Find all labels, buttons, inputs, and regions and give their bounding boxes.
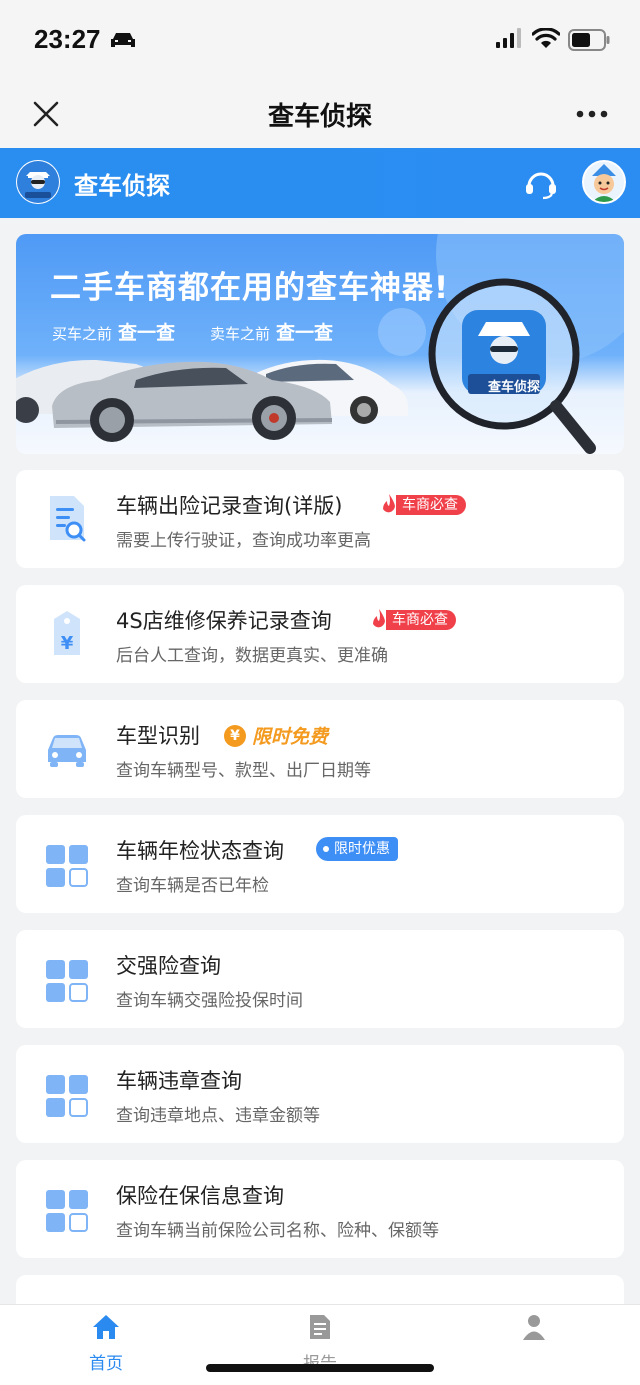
brand-name: 查车侦探 bbox=[74, 172, 170, 200]
grid-icon bbox=[46, 1075, 88, 1117]
service-card[interactable]: 车辆违章查询 查询违章地点、违章金额等 bbox=[16, 1045, 624, 1143]
avatar-cartoon-icon bbox=[584, 162, 624, 202]
service-title: 交强险查询 bbox=[116, 954, 221, 978]
document-search-icon bbox=[50, 496, 86, 542]
service-card[interactable]: 保险在保信息查询 查询车辆当前保险公司名称、险种、保额等 bbox=[16, 1160, 624, 1258]
status-time: 23:27 bbox=[34, 24, 101, 54]
service-desc: 后台人工查询，数据更真实、更准确 bbox=[116, 646, 388, 666]
service-desc: 查询车辆型号、款型、出厂日期等 bbox=[116, 761, 371, 781]
service-desc: 查询车辆是否已年检 bbox=[116, 876, 269, 896]
promo-banner[interactable]: 二手车商都在用的查车神器! 买车之前 查一查 卖车之前 查一查 查车侦探 bbox=[16, 234, 624, 454]
flame-icon bbox=[383, 494, 395, 513]
more-icon[interactable] bbox=[576, 110, 608, 118]
service-desc: 查询违章地点、违章金额等 bbox=[116, 1106, 320, 1126]
battery-icon bbox=[568, 29, 610, 51]
banner-title: 二手车商都在用的查车神器! bbox=[50, 270, 450, 306]
service-title: 车辆出险记录查询(详版) bbox=[116, 494, 343, 518]
brand-logo bbox=[16, 160, 60, 204]
service-title: 车辆违章查询 bbox=[116, 1069, 242, 1093]
discount-badge: 限时优惠 bbox=[316, 837, 398, 861]
service-card[interactable]: 交强险查询 查询车辆交强险投保时间 bbox=[16, 930, 624, 1028]
grid-icon bbox=[46, 1190, 88, 1232]
report-icon bbox=[310, 1315, 330, 1339]
banner-sell-prefix: 卖车之前 bbox=[210, 325, 271, 343]
banner-buy-action: 查一查 bbox=[118, 322, 176, 344]
service-desc: 需要上传行驶证，查询成功率更高 bbox=[116, 531, 371, 551]
car-icon bbox=[48, 735, 86, 767]
banner-sell-action: 查一查 bbox=[276, 322, 334, 344]
free-badge: ¥ 限时免费 bbox=[224, 722, 328, 749]
service-desc: 查询车辆当前保险公司名称、险种、保额等 bbox=[116, 1221, 439, 1241]
service-card[interactable]: 车辆出险记录查询(详版) 车商必查 需要上传行驶证，查询成功率更高 bbox=[16, 470, 624, 568]
user-icon bbox=[523, 1315, 545, 1340]
customer-service-icon[interactable] bbox=[524, 168, 558, 200]
hot-badge: 车商必查 bbox=[374, 492, 474, 518]
service-card[interactable]: 车型识别 ¥ 限时免费 查询车辆型号、款型、出厂日期等 bbox=[16, 700, 624, 798]
service-desc: 查询车辆交强险投保时间 bbox=[116, 991, 303, 1011]
home-indicator bbox=[206, 1364, 434, 1372]
car-status-icon bbox=[111, 33, 135, 47]
tab-me[interactable] bbox=[494, 1313, 574, 1345]
service-card[interactable]: 车辆年检状态查询 限时优惠 查询车辆是否已年检 bbox=[16, 815, 624, 913]
signal-icon bbox=[496, 28, 521, 48]
service-card[interactable]: ¥ 4S店维修保养记录查询 车商必查 后台人工查询，数据更真实、更准确 bbox=[16, 585, 624, 683]
hot-badge: 车商必查 bbox=[364, 607, 464, 633]
banner-buy-tagline: 买车之前 查一查 bbox=[52, 318, 175, 345]
nav-bar: 查车侦探 bbox=[0, 80, 640, 148]
banner-sell-tagline: 卖车之前 查一查 bbox=[210, 318, 333, 345]
user-avatar[interactable] bbox=[582, 160, 626, 204]
tab-home-label: 首页 bbox=[89, 1354, 123, 1374]
free-badge-label: 限时免费 bbox=[252, 726, 329, 748]
banner-buy-prefix: 买车之前 bbox=[52, 325, 113, 343]
yen-tag-icon: ¥ bbox=[54, 611, 80, 655]
wifi-icon bbox=[532, 28, 560, 48]
tab-bar: 首页 报告 bbox=[0, 1304, 640, 1385]
magnifier-label: 查车侦探 bbox=[487, 380, 540, 395]
page-title: 查车侦探 bbox=[267, 102, 372, 132]
yen-coin-icon: ¥ bbox=[224, 724, 246, 747]
flame-icon bbox=[373, 609, 385, 628]
grid-icon bbox=[46, 960, 88, 1002]
service-title: 车辆年检状态查询 bbox=[116, 839, 284, 863]
hot-badge-label: 车商必查 bbox=[396, 495, 466, 515]
service-title: 4S店维修保养记录查询 bbox=[116, 609, 332, 633]
tab-home[interactable]: 首页 bbox=[66, 1313, 146, 1374]
detective-logo-icon bbox=[17, 161, 59, 203]
hot-badge-label: 车商必查 bbox=[386, 610, 456, 630]
service-title: 保险在保信息查询 bbox=[116, 1184, 284, 1208]
grid-icon bbox=[46, 845, 88, 887]
svg-text:¥: ¥ bbox=[61, 633, 74, 654]
brand-header: 查车侦探 bbox=[0, 148, 640, 218]
home-icon bbox=[93, 1315, 119, 1339]
status-bar: 23:27 bbox=[0, 0, 640, 80]
service-title: 车型识别 bbox=[116, 724, 200, 748]
